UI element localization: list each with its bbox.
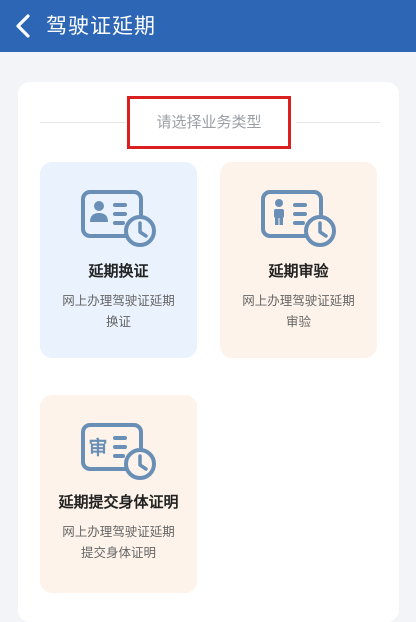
card-title: 延期换证 <box>88 262 149 280</box>
card-extend-health-proof[interactable]: 审 延期提交身体证明 网上办理驾驶证延期 提交身体证明 <box>40 395 197 593</box>
card-description: 网上办理驾驶证延期 换证 <box>50 290 187 332</box>
card-title: 延期提交身体证明 <box>58 493 179 511</box>
card-extend-review[interactable]: 延期审验 网上办理驾驶证延期 审验 <box>220 162 377 358</box>
card-description-line: 网上办理驾驶证延期 <box>62 524 175 539</box>
page-title: 驾驶证延期 <box>46 14 156 38</box>
chevron-left-icon <box>16 14 30 38</box>
review-card-clock-icon: 审 <box>79 421 159 481</box>
review-stamp-label: 审 <box>88 436 107 459</box>
section-title: 请选择业务类型 <box>127 96 291 149</box>
card-description-line: 审验 <box>285 314 311 329</box>
card-description-line: 提交身体证明 <box>80 545 156 560</box>
back-button[interactable] <box>10 8 40 44</box>
section-divider-right <box>296 122 380 123</box>
person-card-clock-icon <box>259 188 339 248</box>
card-description-line: 网上办理驾驶证延期 <box>62 293 175 308</box>
id-card-clock-icon <box>79 188 159 248</box>
app-header: 驾驶证延期 <box>0 0 416 52</box>
card-description-line: 换证 <box>105 314 131 329</box>
card-description: 网上办理驾驶证延期 提交身体证明 <box>50 521 187 563</box>
card-description-line: 网上办理驾驶证延期 <box>242 293 355 308</box>
card-description: 网上办理驾驶证延期 审验 <box>230 290 367 332</box>
card-title: 延期审验 <box>268 262 329 280</box>
section-divider-left <box>40 122 126 123</box>
card-extend-renewal[interactable]: 延期换证 网上办理驾驶证延期 换证 <box>40 162 197 358</box>
